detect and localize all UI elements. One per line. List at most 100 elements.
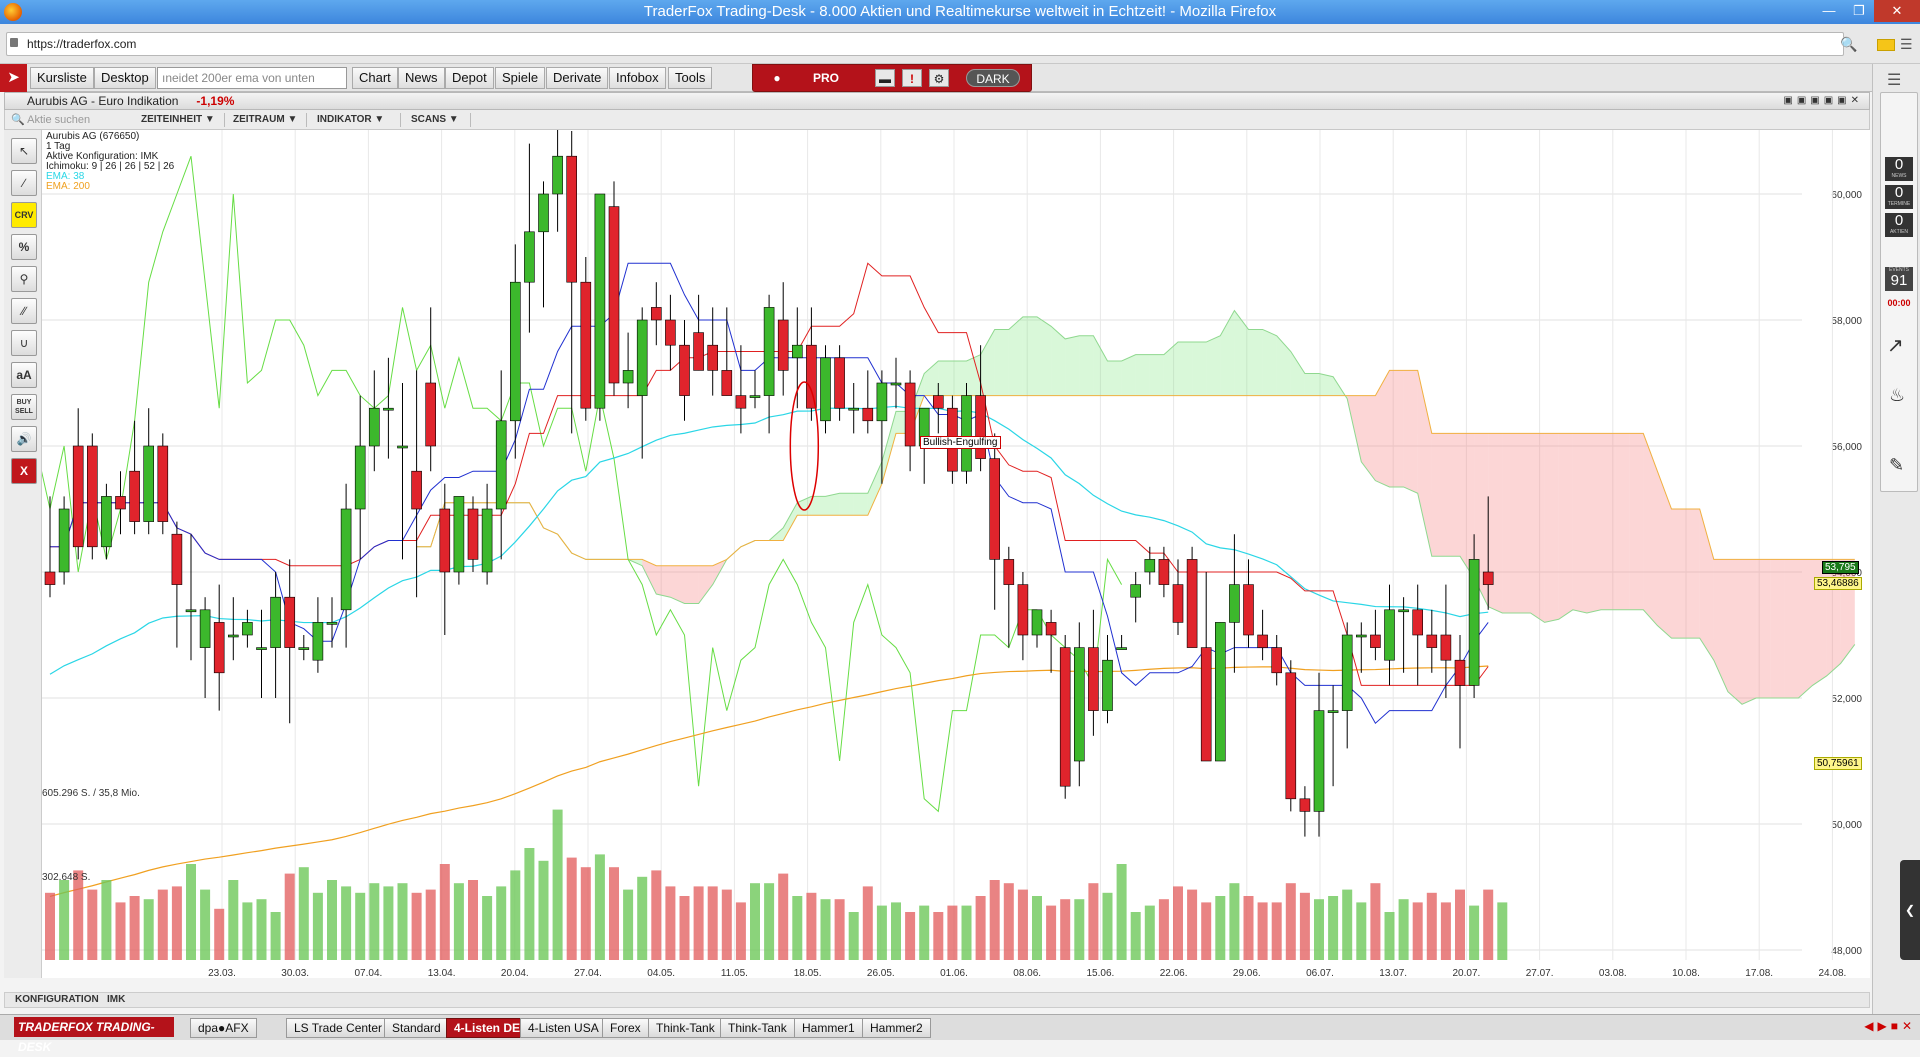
- dropdown-scans[interactable]: SCANS ▼: [405, 113, 471, 127]
- candle-body: [552, 155, 563, 195]
- tab-hammer2[interactable]: Hammer2: [862, 1018, 931, 1038]
- menu-kursliste[interactable]: Kursliste: [30, 67, 94, 89]
- pro-bar: ● PRO ▬ ! ⚙ DARK: [752, 64, 1032, 92]
- chart-panel-header: Aurubis AG - Euro Indikation -1,19% ▣▣▣▣▣…: [4, 92, 1870, 110]
- percent-tool[interactable]: %: [11, 234, 37, 260]
- candle-body: [679, 344, 690, 396]
- menu-news[interactable]: News: [398, 67, 445, 89]
- dropdown-indikator[interactable]: INDIKATOR ▼: [311, 113, 401, 127]
- tab-forex[interactable]: Forex: [602, 1018, 649, 1038]
- candle-body: [904, 382, 916, 447]
- menu-icon[interactable]: ☰: [1900, 36, 1913, 53]
- pro-button[interactable]: PRO: [801, 69, 851, 87]
- flag-icon[interactable]: ▬: [875, 69, 895, 87]
- menu-chart[interactable]: Chart: [352, 67, 398, 89]
- curve-tool[interactable]: ∪: [11, 330, 37, 356]
- aktien-counter[interactable]: 0 AKTIEN: [1885, 213, 1913, 237]
- traderfox-logo-icon[interactable]: ➤: [0, 64, 27, 92]
- pattern-label[interactable]: Bullish-Engulfing: [920, 436, 1001, 449]
- mail-icon[interactable]: [1877, 39, 1895, 51]
- tab-trade-center[interactable]: LS Trade Center: [286, 1018, 391, 1038]
- candle-body: [242, 622, 253, 636]
- tab-4-listen-de[interactable]: 4-Listen DE: [446, 1018, 529, 1038]
- volume-bar: [594, 854, 605, 960]
- taskbar-scroll-buttons[interactable]: ◀▶■✕: [1864, 1019, 1916, 1033]
- close-window-button[interactable]: ✕: [1874, 0, 1920, 22]
- line-tool[interactable]: ∕: [11, 170, 37, 196]
- volume-bar: [524, 848, 535, 960]
- search-icon[interactable]: 🔍: [1840, 36, 1857, 53]
- ichimoku-cloud-segment: [1135, 354, 1150, 396]
- tab-think-tank-2[interactable]: Think-Tank: [720, 1018, 795, 1038]
- ichimoku-cloud-segment: [1304, 373, 1319, 396]
- volume-bar: [792, 896, 803, 960]
- x-tick-label: 18.05.: [794, 968, 822, 978]
- menu-spiele[interactable]: Spiele: [495, 67, 546, 89]
- volume-bar: [933, 912, 944, 960]
- volume-bar: [1342, 889, 1353, 960]
- menu-infobox[interactable]: Infobox: [609, 67, 666, 89]
- sidebar-menu-icon[interactable]: ☰: [1887, 70, 1901, 90]
- volume-bar: [1497, 902, 1508, 960]
- crv-tool[interactable]: CRV: [11, 202, 37, 228]
- delete-tool[interactable]: X: [11, 458, 37, 484]
- channel-tool[interactable]: ∕∕: [11, 298, 37, 324]
- tab-think-tank-1[interactable]: Think-Tank: [648, 1018, 723, 1038]
- volume-bar: [242, 902, 253, 960]
- candle-body: [1384, 609, 1395, 661]
- tab-standard[interactable]: Standard: [384, 1018, 449, 1038]
- news-counter[interactable]: 0 NEWS: [1885, 157, 1913, 181]
- dropdown-zeitraum[interactable]: ZEITRAUM ▼: [227, 113, 307, 127]
- volume-bar: [1243, 896, 1254, 960]
- candle-body: [1144, 559, 1156, 573]
- volume-bar: [623, 889, 634, 960]
- volume-bar: [1187, 889, 1198, 960]
- url-input[interactable]: https://traderfox.com: [6, 32, 1844, 56]
- ichimoku-cloud-segment: [1798, 559, 1813, 698]
- volume-bar: [355, 892, 366, 960]
- dark-mode-toggle[interactable]: DARK: [966, 69, 1020, 87]
- panel-window-controls[interactable]: ▣▣▣▣▣✕: [1783, 93, 1863, 109]
- bell-icon[interactable]: ♨: [1889, 385, 1905, 406]
- candle-body: [1243, 584, 1254, 636]
- menu-search-input[interactable]: ıneidet 200er ema von unten: [157, 67, 347, 89]
- buy-sell-tool[interactable]: BUY SELL: [11, 394, 37, 420]
- candle-body: [1059, 647, 1071, 787]
- menu-search-text: ıneidet 200er ema von unten: [162, 71, 315, 85]
- candle-body: [72, 445, 84, 548]
- candle-body: [425, 382, 437, 447]
- candle-body: [1130, 584, 1141, 598]
- ichimoku-cloud-segment: [1488, 433, 1503, 613]
- stock-search-input[interactable]: 🔍 Aktie suchen: [11, 113, 90, 126]
- menu-tools[interactable]: Tools: [668, 67, 713, 89]
- alert-icon[interactable]: !: [902, 69, 922, 87]
- tab-4-listen-usa[interactable]: 4-Listen USA: [520, 1018, 607, 1038]
- ichimoku-cloud-segment: [1558, 433, 1573, 620]
- tab-dpa-afx[interactable]: dpa●AFX: [190, 1018, 257, 1038]
- menu-depot[interactable]: Depot: [445, 67, 494, 89]
- volume-bar: [750, 883, 760, 960]
- dropdown-zeiteinheit[interactable]: ZEITEINHEIT ▼: [135, 113, 225, 127]
- candle-body: [1102, 659, 1113, 711]
- menu-derivate[interactable]: Derivate: [546, 67, 609, 89]
- text-tool[interactable]: aA: [11, 362, 37, 388]
- candle-body: [650, 307, 662, 321]
- gear-icon[interactable]: ⚙: [929, 69, 949, 87]
- x-tick-label: 06.07.: [1306, 968, 1334, 978]
- ichimoku-cloud-segment: [811, 496, 826, 516]
- termine-counter[interactable]: 0 TERMINE: [1885, 185, 1913, 209]
- restore-button[interactable]: ❐: [1844, 0, 1874, 22]
- chart-line-icon[interactable]: ↗: [1887, 333, 1904, 358]
- tab-hammer1[interactable]: Hammer1: [794, 1018, 863, 1038]
- sidebar-collapse-button[interactable]: ❮: [1900, 860, 1920, 960]
- price-chart[interactable]: 60,00058,00056,00054,00052,00050,00048,0…: [0, 68, 1870, 979]
- cursor-tool[interactable]: ↖: [11, 138, 37, 164]
- minimize-button[interactable]: —: [1814, 0, 1844, 22]
- sound-icon[interactable]: 🔊: [11, 426, 37, 452]
- events-counter[interactable]: EVENTS 91: [1885, 267, 1913, 291]
- menu-desktop[interactable]: Desktop: [94, 67, 156, 89]
- zoom-tool[interactable]: ⚲: [11, 266, 37, 292]
- candle-body: [58, 508, 70, 573]
- user-icon[interactable]: ●: [759, 69, 795, 87]
- pencil-icon[interactable]: ✎: [1889, 455, 1904, 476]
